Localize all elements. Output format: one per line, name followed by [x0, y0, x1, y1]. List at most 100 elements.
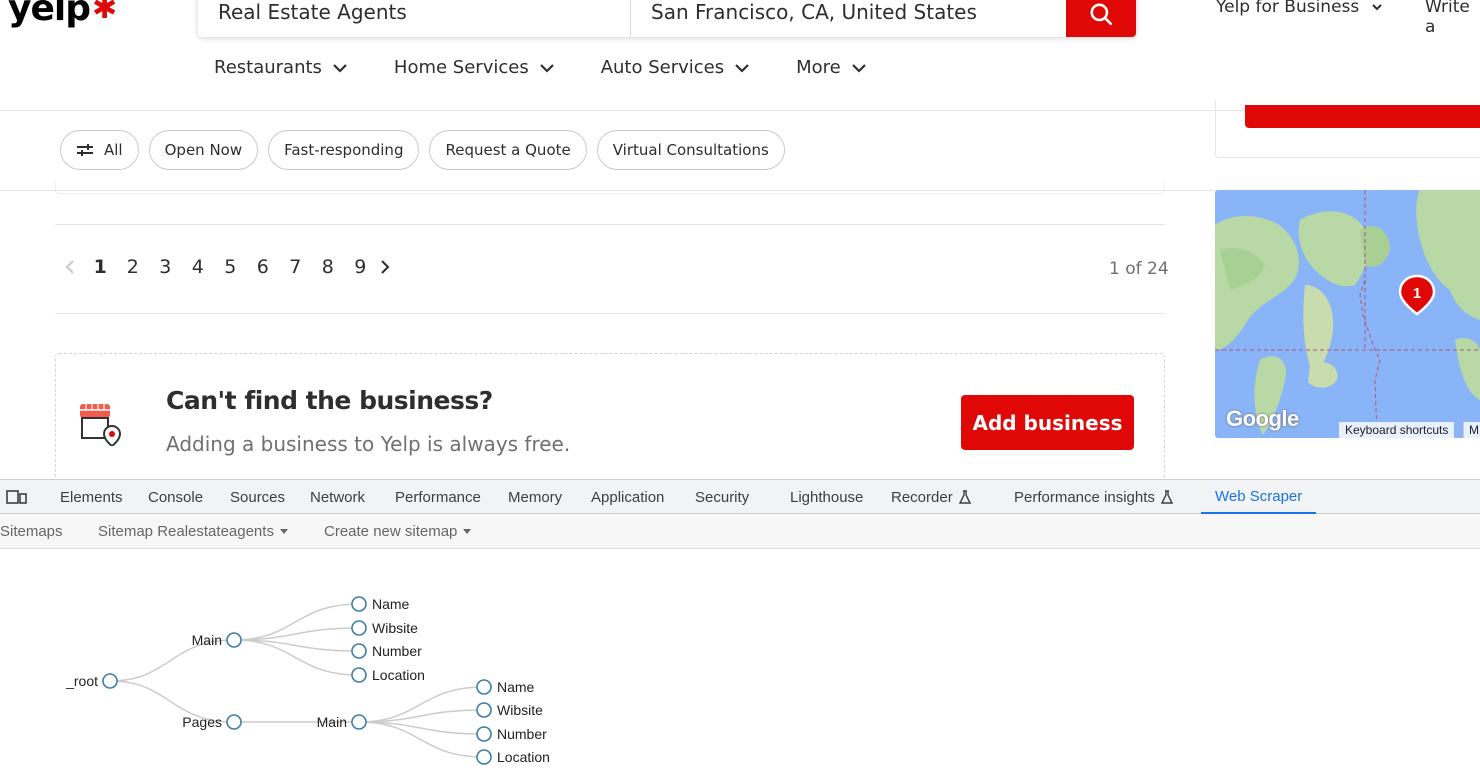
tree-label-location: Location [372, 667, 425, 683]
tree-node-pages-main[interactable] [351, 714, 367, 730]
nav-restaurants[interactable]: Restaurants [214, 57, 348, 78]
yelp-logo[interactable]: yelp ✱ [8, 0, 117, 29]
page-9[interactable]: 9 [344, 256, 377, 278]
tree-label-pages: Pages [182, 714, 222, 730]
tree-node-location[interactable] [351, 667, 367, 683]
tab-recorder[interactable]: Recorder [891, 480, 971, 514]
world-map-graphic [1215, 190, 1480, 438]
page-3[interactable]: 3 [149, 256, 182, 278]
tree-label-number: Number [372, 643, 422, 659]
pagination-divider-top [55, 224, 1165, 225]
filter-label: All [104, 141, 123, 159]
chevron-down-icon [735, 63, 749, 73]
add-business-button[interactable]: Add business [961, 395, 1134, 450]
sidebar-red-button[interactable] [1245, 105, 1480, 128]
write-review-link[interactable]: Write a [1425, 0, 1480, 37]
tree-label-location-2: Location [497, 749, 550, 765]
storefront-pin-icon [80, 404, 122, 446]
search-button[interactable] [1066, 0, 1136, 37]
google-logo: Google [1226, 406, 1299, 431]
logo-text: yelp [8, 0, 91, 29]
keyboard-shortcuts-link[interactable]: Keyboard shortcuts [1339, 422, 1455, 438]
tree-node-wibsite-2[interactable] [476, 702, 492, 718]
page-1[interactable]: 1 [84, 256, 117, 278]
marker-number: 1 [1413, 285, 1421, 302]
tree-label-number-2: Number [497, 726, 547, 742]
tree-node-main[interactable] [226, 632, 242, 648]
filter-virtual-consultations[interactable]: Virtual Consultations [596, 130, 785, 170]
tab-lighthouse[interactable]: Lighthouse [790, 480, 863, 514]
tab-console[interactable]: Console [148, 480, 203, 514]
tab-web-scraper[interactable]: Web Scraper [1201, 480, 1317, 514]
chevron-down-icon [333, 63, 347, 73]
pagination: 1 2 3 4 5 6 7 8 9 [62, 256, 393, 278]
results-map[interactable] [1215, 190, 1480, 438]
tree-node-wibsite[interactable] [351, 620, 367, 636]
filter-all[interactable]: All [60, 130, 139, 170]
nav-label: More [796, 57, 841, 78]
caret-down-icon [279, 528, 288, 534]
sitemap-dropdown[interactable]: Sitemap Realestateagents [98, 514, 288, 548]
page-7[interactable]: 7 [279, 256, 312, 278]
map-data-link[interactable]: M [1463, 422, 1480, 438]
filter-open-now[interactable]: Open Now [148, 130, 259, 170]
tree-label-name: Name [372, 596, 410, 612]
nav-auto-services[interactable]: Auto Services [601, 57, 750, 78]
flask-icon [958, 490, 971, 504]
tab-performance[interactable]: Performance [395, 480, 481, 514]
map-marker-icon[interactable]: 1 [1398, 274, 1436, 316]
nav-more[interactable]: More [796, 57, 867, 78]
tab-security[interactable]: Security [695, 480, 749, 514]
tree-label-pages-main: Main [317, 714, 347, 730]
page-8[interactable]: 8 [312, 256, 345, 278]
category-nav: Restaurants Home Services Auto Services … [214, 57, 913, 78]
tree-node-location-2[interactable] [476, 749, 492, 765]
tab-memory[interactable]: Memory [508, 480, 562, 514]
tree-node-number[interactable] [351, 643, 367, 659]
chevron-down-icon [851, 63, 866, 73]
page-4[interactable]: 4 [182, 256, 215, 278]
tab-label: Performance insights [1014, 488, 1155, 506]
tab-application[interactable]: Application [591, 480, 664, 514]
result-card-edge [55, 182, 1165, 194]
tree-node-name[interactable] [351, 596, 367, 612]
sitemaps-menu[interactable]: Sitemaps [0, 514, 63, 548]
sitemap-dropdown-label: Sitemap Realestateagents [98, 522, 274, 540]
tab-sources[interactable]: Sources [230, 480, 285, 514]
yelp-for-business-link[interactable]: Yelp for Business [1216, 0, 1383, 17]
tree-node-pages[interactable] [226, 714, 242, 730]
tab-label: Recorder [891, 488, 953, 506]
cta-title: Can't find the business? [166, 386, 493, 415]
search-where-input[interactable]: San Francisco, CA, United States [631, 0, 1066, 37]
tree-node-number-2[interactable] [476, 726, 492, 742]
page-6[interactable]: 6 [247, 256, 280, 278]
device-toolbar-icon[interactable] [6, 488, 28, 506]
tab-network[interactable]: Network [310, 480, 365, 514]
devtools-tabbar: Elements Console Sources Network Perform… [0, 479, 1480, 514]
create-sitemap-dropdown[interactable]: Create new sitemap [324, 514, 472, 548]
selector-graph: _root Main Pages Main Name Wibsite Numbe… [65, 596, 550, 765]
sliders-icon [77, 144, 93, 156]
filter-request-quote[interactable]: Request a Quote [429, 130, 587, 170]
search-icon [1090, 2, 1113, 25]
caret-down-icon [463, 528, 472, 534]
prev-page-button[interactable] [62, 259, 78, 275]
tree-node-root[interactable] [102, 673, 118, 689]
yelp-burst-icon: ✱ [92, 0, 117, 26]
nav-home-services[interactable]: Home Services [394, 57, 555, 78]
chevron-left-icon [65, 260, 74, 274]
page-count: 1 of 24 [1109, 259, 1169, 279]
tree-label-wibsite: Wibsite [372, 620, 418, 636]
search-what-input[interactable]: Real Estate Agents [198, 0, 631, 37]
page-5[interactable]: 5 [214, 256, 247, 278]
tree-label-root: _root [65, 673, 98, 689]
tab-performance-insights[interactable]: Performance insights [1014, 480, 1173, 514]
tree-node-name-2[interactable] [476, 679, 492, 695]
flask-icon [1160, 490, 1173, 504]
filter-fast-responding[interactable]: Fast-responding [268, 130, 420, 170]
next-page-button[interactable] [377, 259, 393, 275]
tree-label-name-2: Name [497, 679, 535, 695]
page-2[interactable]: 2 [117, 256, 150, 278]
cta-subtitle: Adding a business to Yelp is always free… [166, 432, 571, 456]
tab-elements[interactable]: Elements [60, 480, 123, 514]
